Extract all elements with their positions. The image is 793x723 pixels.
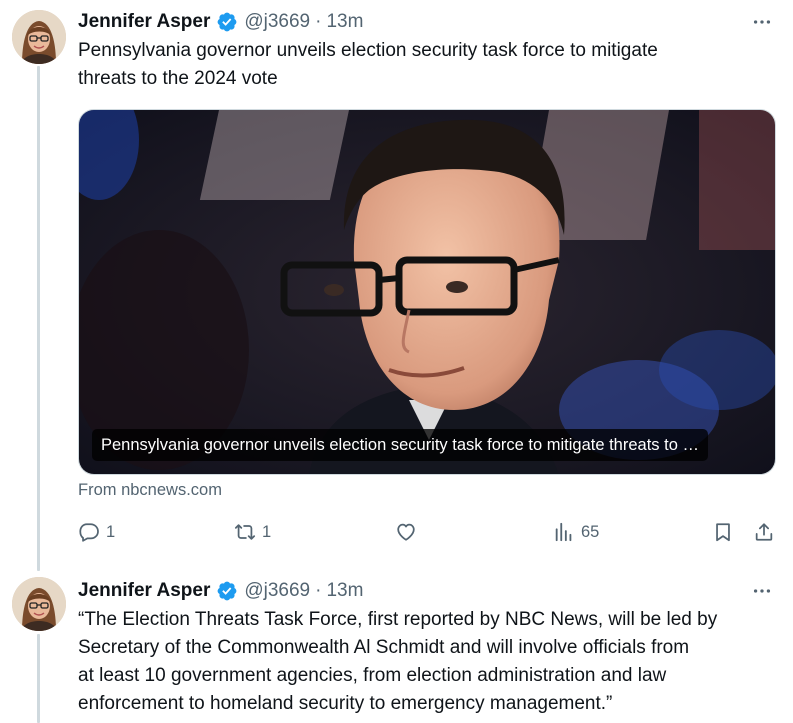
tweet-text-line: enforcement to homeland security to emer…: [78, 693, 613, 714]
repost-button[interactable]: 1: [234, 517, 271, 547]
thread-connector-line: [37, 66, 40, 571]
avatar[interactable]: [12, 577, 66, 631]
author-handle[interactable]: @j3669: [244, 11, 310, 33]
link-source[interactable]: From nbcnews.com: [78, 481, 222, 500]
link-card-title: Pennsylvania governor unveils election s…: [92, 429, 708, 461]
verified-badge-icon: [216, 11, 238, 33]
author-handle[interactable]: @j3669: [244, 580, 310, 602]
separator-dot: ·: [315, 580, 322, 601]
tweet-text-line: Secretary of the Commonwealth Al Schmidt…: [78, 637, 690, 658]
reply-count: 1: [106, 522, 116, 541]
share-icon: [755, 523, 773, 541]
heart-icon: [397, 523, 415, 541]
tweet-text-line: at least 10 government agencies, from el…: [78, 665, 667, 686]
repost-count: 1: [262, 522, 272, 541]
timestamp[interactable]: 13m: [326, 11, 363, 33]
separator-dot: ·: [315, 11, 322, 32]
repost-icon: [234, 524, 256, 540]
thread-connector-line: [37, 634, 40, 723]
author-name[interactable]: Jennifer Asper: [78, 11, 210, 33]
views-button[interactable]: 65: [553, 517, 599, 547]
tweet-text-line: “The Election Threats Task Force, first …: [78, 609, 718, 630]
tweet-text: Pennsylvania governor unveils election s…: [78, 37, 778, 93]
tweet-actions: 1 1 65: [0, 517, 793, 547]
link-card[interactable]: Pennsylvania governor unveils election s…: [78, 109, 776, 475]
tweet-text-line: threats to the 2024 vote: [78, 68, 278, 89]
timestamp[interactable]: 13m: [326, 580, 363, 602]
bookmark-icon: [716, 523, 730, 542]
view-count: 65: [581, 522, 600, 541]
tweet-text-line: Pennsylvania governor unveils election s…: [78, 40, 658, 61]
more-options-button[interactable]: [749, 580, 775, 602]
tweet-header: Jennifer Asper @j3669 · 13m: [78, 9, 363, 35]
more-icon: [753, 589, 771, 593]
avatar[interactable]: [12, 10, 66, 64]
verified-badge-icon: [216, 580, 238, 602]
article-image: [79, 110, 775, 474]
bookmark-button[interactable]: [712, 517, 734, 547]
tweet-text: “The Election Threats Task Force, first …: [78, 606, 783, 718]
tweet-header: Jennifer Asper @j3669 · 13m: [78, 578, 363, 604]
reply-button[interactable]: 1: [78, 517, 115, 547]
share-button[interactable]: [753, 517, 775, 547]
reply-icon: [79, 523, 99, 542]
more-icon: [753, 20, 771, 24]
author-name[interactable]: Jennifer Asper: [78, 580, 210, 602]
like-button[interactable]: [395, 517, 423, 547]
views-icon: [555, 522, 572, 542]
more-options-button[interactable]: [749, 11, 775, 33]
